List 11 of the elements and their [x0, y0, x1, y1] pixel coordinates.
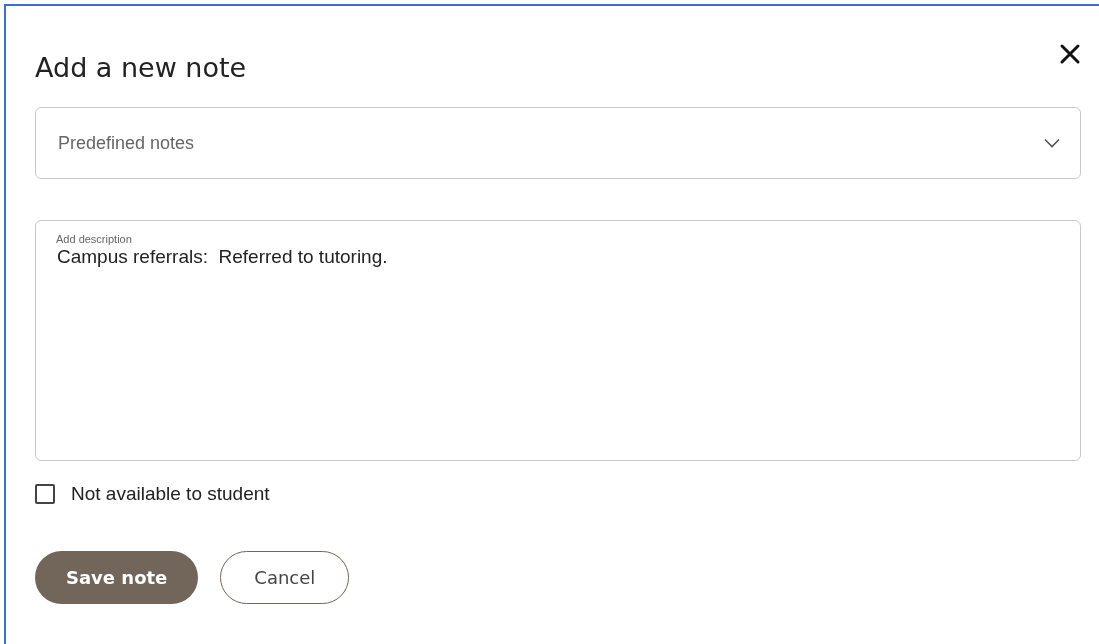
cancel-button[interactable]: Cancel: [220, 551, 350, 604]
predefined-notes-dropdown[interactable]: Predefined notes: [35, 107, 1081, 179]
checkbox-label: Not available to student: [71, 483, 270, 505]
chevron-icon: [1044, 138, 1060, 148]
dialog-title: Add a new note: [35, 51, 247, 83]
description-field[interactable]: Add description Campus referrals: Referred to tutoring.: [35, 220, 1081, 461]
description-input[interactable]: Campus referrals: Referred to tutoring.: [56, 245, 1060, 448]
checkbox[interactable]: [35, 484, 55, 504]
field-label: Add description: [56, 233, 133, 245]
save-button[interactable]: Save note: [35, 551, 199, 604]
close-icon[interactable]: [1059, 43, 1081, 65]
